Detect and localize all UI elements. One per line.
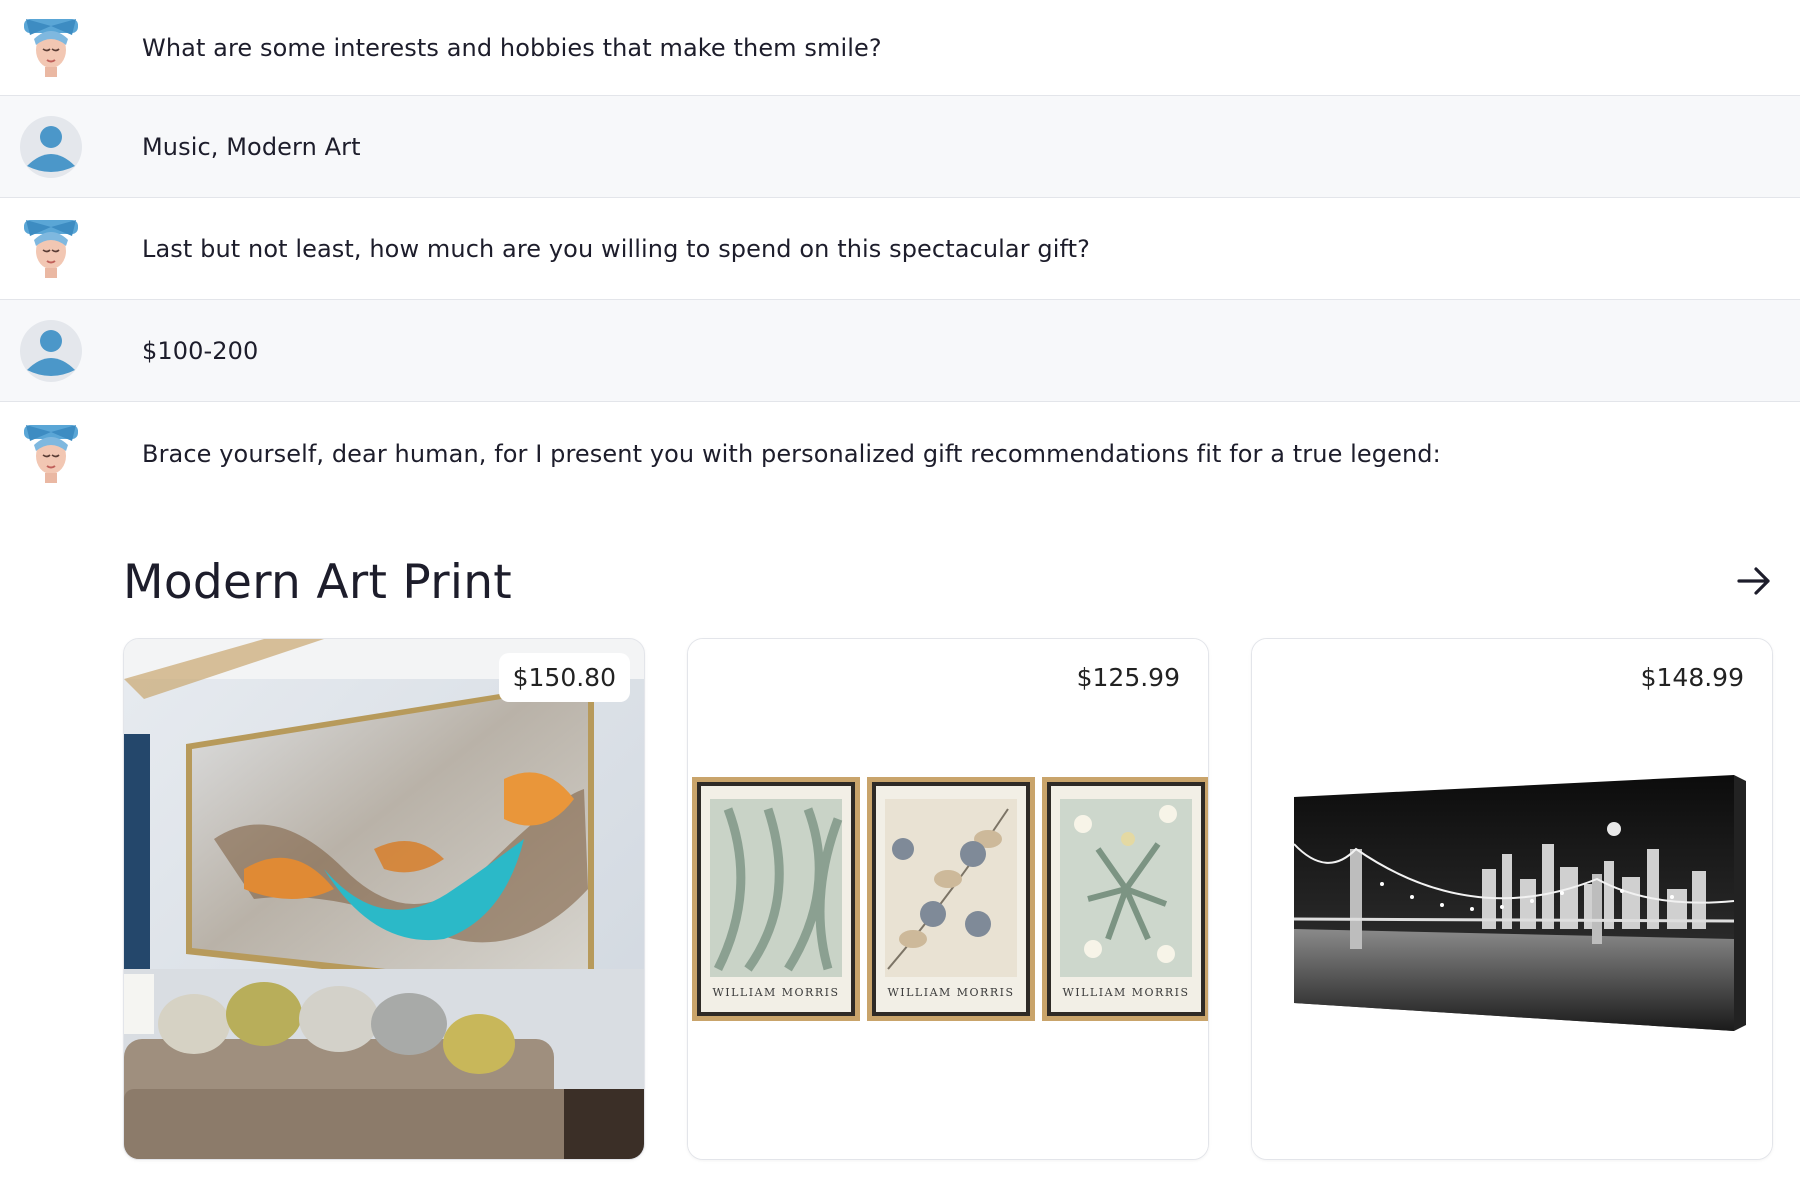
chat-transcript: What are some interests and hobbies that… <box>0 0 1800 506</box>
user-message: Music, Modern Art <box>0 96 1800 198</box>
message-text: Brace yourself, dear human, for I presen… <box>142 440 1441 468</box>
bot-avatar-icon <box>20 218 82 280</box>
user-avatar-icon <box>20 115 82 178</box>
price-badge: $150.80 <box>498 653 630 702</box>
message-text: Music, Modern Art <box>142 132 361 161</box>
next-arrow-button[interactable] <box>1734 561 1774 601</box>
user-avatar-icon <box>20 319 82 382</box>
abstract-canvas-product-image <box>124 639 644 1159</box>
bot-avatar-icon <box>20 423 82 485</box>
william-morris-triptych-product-image: WILLIAM MORRIS WILLIAM MORRIS WILLIAM MO… <box>688 639 1208 1159</box>
section-title: Modern Art Print <box>123 555 513 610</box>
product-card[interactable]: WILLIAM MORRIS WILLIAM MORRIS WILLIAM MO… <box>687 638 1209 1160</box>
bot-avatar-icon <box>20 17 82 79</box>
message-text: $100-200 <box>142 336 259 365</box>
price-badge: $125.99 <box>1076 663 1180 692</box>
print-label: WILLIAM MORRIS <box>887 986 1014 999</box>
message-text: Last but not least, how much are you wil… <box>142 234 1090 263</box>
print-label: WILLIAM MORRIS <box>1062 986 1189 999</box>
user-message: $100-200 <box>0 300 1800 402</box>
bot-message: Last but not least, how much are you wil… <box>0 198 1800 300</box>
arrow-right-icon <box>1737 567 1770 595</box>
brooklyn-bridge-canvas-product-image <box>1252 639 1772 1159</box>
bot-message: Brace yourself, dear human, for I presen… <box>0 402 1800 506</box>
product-card[interactable]: $148.99 <box>1251 638 1773 1160</box>
product-card[interactable]: $150.80 <box>123 638 645 1160</box>
print-label: WILLIAM MORRIS <box>712 986 839 999</box>
message-text: What are some interests and hobbies that… <box>142 33 882 62</box>
price-badge: $148.99 <box>1640 663 1744 692</box>
bot-message: What are some interests and hobbies that… <box>0 0 1800 96</box>
